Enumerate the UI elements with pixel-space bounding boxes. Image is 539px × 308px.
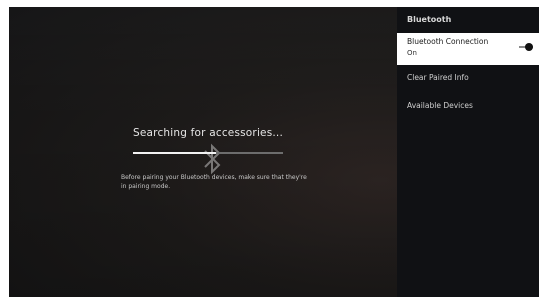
toggle-knob: [525, 43, 533, 51]
bluetooth-connection-item[interactable]: Bluetooth Connection On: [397, 33, 539, 65]
sidebar-title: Bluetooth: [407, 15, 452, 24]
bluetooth-connection-status: On: [407, 49, 417, 57]
pairing-help-text: Before pairing your Bluetooth devices, m…: [121, 174, 307, 190]
tv-screen: Searching for accessories... Before pair…: [9, 7, 539, 297]
search-progress-fill: [133, 152, 216, 154]
searching-status-text: Searching for accessories...: [133, 127, 284, 139]
available-devices-item[interactable]: Available Devices: [407, 101, 473, 110]
toggle-switch-icon[interactable]: [519, 43, 533, 51]
search-progress-bar: [133, 152, 283, 154]
bluetooth-connection-label: Bluetooth Connection: [407, 37, 489, 46]
clear-paired-info-item[interactable]: Clear Paired Info: [407, 73, 469, 82]
bluetooth-icon: [204, 143, 221, 175]
bluetooth-sidebar: Bluetooth Bluetooth Connection On Clear …: [397, 7, 539, 297]
tv-frame: Searching for accessories... Before pair…: [0, 0, 539, 308]
